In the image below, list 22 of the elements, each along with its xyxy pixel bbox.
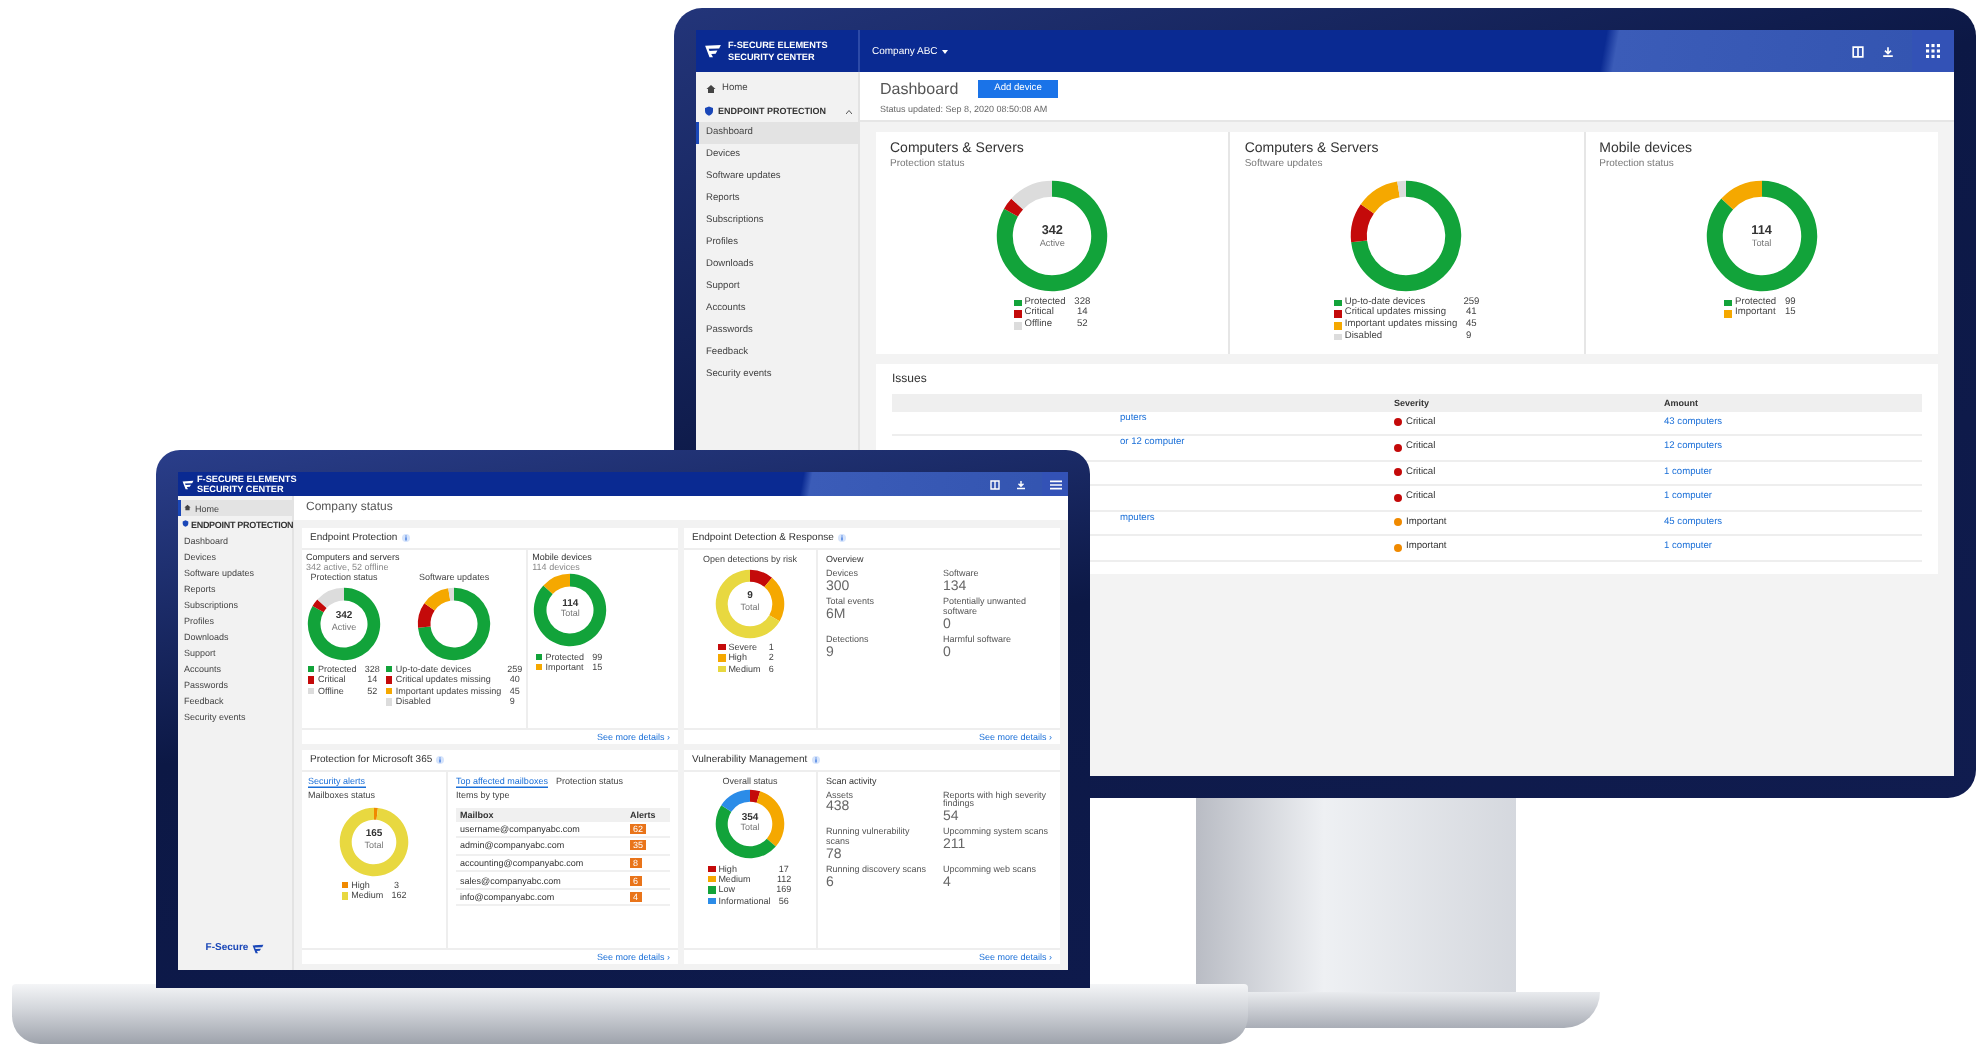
book-icon[interactable]	[1852, 45, 1864, 57]
logo-icon	[704, 44, 722, 58]
logo-icon	[252, 943, 265, 953]
apps-menu-button[interactable]	[1912, 30, 1954, 72]
download-icon[interactable]	[1016, 479, 1026, 489]
shield-icon	[704, 106, 714, 116]
info-icon[interactable]	[811, 755, 820, 763]
info-icon[interactable]	[436, 755, 445, 763]
logo-icon	[182, 479, 194, 489]
download-icon[interactable]	[1882, 45, 1894, 57]
book-icon[interactable]	[990, 479, 1000, 489]
home-icon	[184, 504, 191, 512]
info-icon[interactable]	[837, 534, 846, 542]
menu-icon	[1049, 479, 1061, 489]
menu-button[interactable]	[1042, 472, 1068, 496]
shield-icon	[182, 520, 189, 528]
page-title: Dashboard	[880, 80, 959, 98]
caret-icon	[846, 109, 852, 113]
info-icon[interactable]	[401, 534, 410, 542]
home-icon	[706, 84, 716, 94]
caret-icon	[941, 49, 948, 53]
grid-icon	[1926, 44, 1940, 58]
